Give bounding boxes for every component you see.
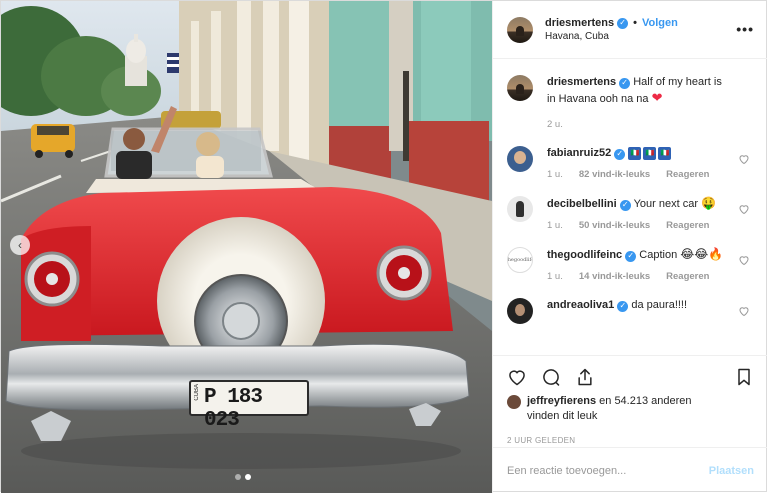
plate-number: P 183 023 xyxy=(204,386,263,432)
comment-time[interactable]: 1 u. xyxy=(547,271,563,282)
separator: • xyxy=(633,17,637,29)
carousel-prev-button[interactable]: ‹ xyxy=(10,235,30,255)
add-comment-bar: Plaatsen xyxy=(493,447,767,493)
comment-likes[interactable]: 50 vind-ik-leuks xyxy=(579,220,650,231)
comment-username[interactable]: thegoodlifeinc xyxy=(547,249,622,261)
avatar[interactable] xyxy=(507,146,533,172)
post-timestamp[interactable]: 2 UUR GELEDEN xyxy=(507,436,754,445)
reply-button[interactable]: Reageren xyxy=(666,169,709,180)
comment-text: da paura!!!! xyxy=(631,299,688,311)
comment-text: Caption xyxy=(639,249,678,261)
action-bar xyxy=(507,364,754,390)
plate-country: CUBA xyxy=(194,384,200,401)
verified-badge-icon: ✓ xyxy=(625,250,637,262)
location-link[interactable]: Havana, Cuba xyxy=(545,31,678,42)
post-actions-area: jeffreyfierens en 54.213 anderen vinden … xyxy=(493,355,767,447)
caption-comment: driesmertens ✓ Half of my heart is in Ha… xyxy=(507,75,754,130)
comment-username[interactable]: decibelbellini xyxy=(547,198,617,210)
reply-button[interactable]: Reageren xyxy=(666,220,709,231)
post-sidebar: driesmertens ✓ • Volgen Havana, Cuba •••… xyxy=(492,1,767,493)
money-face-emoji: 🤑 xyxy=(701,196,717,210)
comment-time[interactable]: 2 u. xyxy=(547,119,563,130)
comment: fabianruiz52 ✓ 🇮🇹 🇮🇹 🇮🇹 1 u. 82 vind-ik-… xyxy=(507,146,754,180)
heart-icon[interactable] xyxy=(738,203,750,215)
avatar xyxy=(507,395,521,409)
flag-emoji: 🇮🇹 xyxy=(643,146,657,160)
header-row: driesmertens ✓ • Volgen xyxy=(545,17,678,29)
follow-button[interactable]: Volgen xyxy=(642,17,678,29)
comment: thegoodlife thegoodlifeinc ✓ Caption 😂😂🔥… xyxy=(507,247,754,282)
header-text: driesmertens ✓ • Volgen Havana, Cuba xyxy=(545,17,678,42)
flag-emojis: 🇮🇹 🇮🇹 🇮🇹 xyxy=(628,146,672,160)
comment-username[interactable]: andreaoliva1 xyxy=(547,299,614,311)
avatar[interactable] xyxy=(507,196,533,222)
post-header: driesmertens ✓ • Volgen Havana, Cuba ••• xyxy=(493,1,767,59)
heart-icon[interactable] xyxy=(738,153,750,165)
comment-username[interactable]: driesmertens xyxy=(547,76,616,88)
flag-emoji: 🇮🇹 xyxy=(628,146,642,160)
liker-username[interactable]: jeffreyfierens xyxy=(527,395,596,407)
reply-button[interactable]: Reageren xyxy=(666,271,709,282)
verified-badge-icon: ✓ xyxy=(617,300,629,312)
comment: andreaoliva1 ✓ da paura!!!! xyxy=(507,298,754,324)
likes-suffix: vinden dit leuk xyxy=(527,410,598,422)
comment-likes[interactable]: 14 vind-ik-leuks xyxy=(579,271,650,282)
post-comment-button[interactable]: Plaatsen xyxy=(709,465,754,477)
comment-time[interactable]: 1 u. xyxy=(547,220,563,231)
comments-list[interactable]: driesmertens ✓ Half of my heart is in Ha… xyxy=(493,59,767,355)
avatar[interactable]: thegoodlife xyxy=(507,247,533,273)
carousel-dot xyxy=(235,474,241,480)
heart-icon[interactable] xyxy=(507,367,527,387)
flag-emoji: 🇮🇹 xyxy=(658,146,672,160)
chevron-left-icon: ‹ xyxy=(18,238,22,252)
share-icon[interactable] xyxy=(575,367,595,387)
carousel-dot-active xyxy=(245,474,251,480)
username[interactable]: driesmertens xyxy=(545,17,614,29)
avatar[interactable] xyxy=(507,298,533,324)
post-photo[interactable]: CUBA P 183 023 ‹ xyxy=(1,1,492,493)
likes-count[interactable]: en 54.213 anderen xyxy=(596,395,691,407)
instagram-post: CUBA P 183 023 ‹ driesmertens ✓ • Volgen… xyxy=(0,0,767,493)
avatar[interactable] xyxy=(507,16,533,43)
license-plate: CUBA P 183 023 xyxy=(190,381,308,432)
avatar[interactable] xyxy=(507,75,533,101)
comment-time[interactable]: 1 u. xyxy=(547,169,563,180)
heart-icon[interactable] xyxy=(738,254,750,266)
comment: decibelbellini ✓ Your next car 🤑 1 u. 50… xyxy=(507,196,754,231)
comment-input[interactable] xyxy=(507,464,709,477)
comment-icon[interactable] xyxy=(541,367,561,387)
comment-username[interactable]: fabianruiz52 xyxy=(547,147,611,159)
comment-text: Your next car xyxy=(633,198,699,210)
heart-icon[interactable] xyxy=(738,305,750,317)
verified-badge-icon: ✓ xyxy=(614,148,626,160)
laugh-fire-emojis: 😂😂🔥 xyxy=(680,247,724,261)
likes-summary[interactable]: jeffreyfierens en 54.213 anderen vinden … xyxy=(507,394,754,424)
bookmark-icon[interactable] xyxy=(734,367,754,387)
verified-badge-icon: ✓ xyxy=(619,77,631,89)
comment-likes[interactable]: 82 vind-ik-leuks xyxy=(579,169,650,180)
more-options-icon[interactable]: ••• xyxy=(736,21,754,37)
verified-badge-icon: ✓ xyxy=(617,17,629,29)
verified-badge-icon: ✓ xyxy=(619,199,631,211)
carousel-dots xyxy=(235,474,251,480)
avatar-logo-text: thegoodlife xyxy=(507,257,533,263)
red-heart-emoji: ❤ xyxy=(651,90,663,105)
